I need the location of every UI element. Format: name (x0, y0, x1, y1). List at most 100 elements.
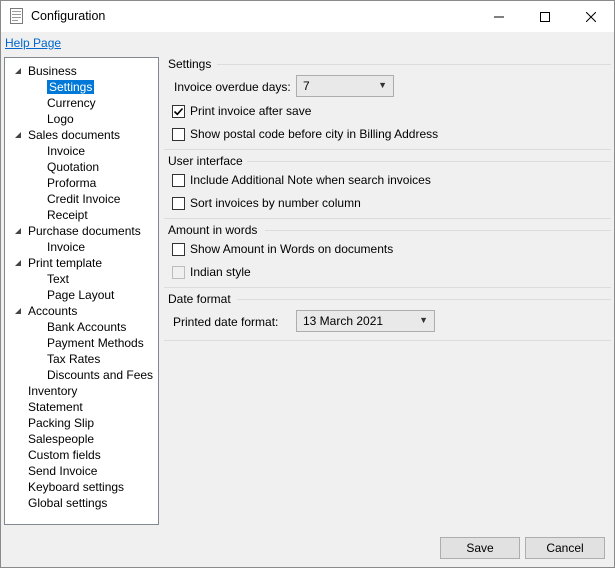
expanded-arrow-icon[interactable] (14, 131, 22, 139)
tree-item-label: Invoice (47, 240, 86, 254)
additional-note-checkbox[interactable] (172, 174, 185, 187)
help-page-link[interactable]: Help Page (5, 36, 61, 50)
ui-group-line (247, 161, 611, 162)
settings-group-bottom (164, 149, 611, 150)
tree-group[interactable]: Print template (15, 255, 102, 271)
tree-group[interactable]: Salespeople (28, 431, 94, 447)
chevron-down-icon: ▼ (378, 80, 387, 90)
expanded-arrow-icon[interactable] (14, 227, 22, 235)
minimize-button[interactable] (476, 1, 522, 32)
tree-item-label: Invoice (47, 144, 86, 158)
tree-item[interactable]: Proforma (47, 175, 96, 191)
tree-group[interactable]: Inventory (28, 383, 77, 399)
tree-item-label: Tax Rates (47, 352, 101, 366)
print-after-save-label[interactable]: Print invoice after save (190, 104, 311, 118)
tree-item-label: Inventory (28, 384, 78, 398)
tree-item[interactable]: Discounts and Fees (47, 367, 153, 383)
print-after-save-checkbox[interactable] (172, 105, 185, 118)
date-group-line (237, 299, 611, 300)
tree-item[interactable]: Invoice (47, 239, 85, 255)
tree-item[interactable]: Text (47, 271, 69, 287)
settings-group-line (217, 64, 611, 65)
chevron-down-icon: ▼ (419, 315, 428, 325)
date-group-bottom (164, 340, 611, 341)
tree-item[interactable]: Tax Rates (47, 351, 100, 367)
overdue-days-value: 7 (303, 79, 310, 93)
indian-style-checkbox (172, 266, 185, 279)
tree-group[interactable]: Purchase documents (15, 223, 141, 239)
postal-before-city-label[interactable]: Show postal code before city in Billing … (190, 127, 438, 141)
settings-tree[interactable]: Business Settings Currency Logo Sales docume… (4, 57, 159, 525)
cancel-button[interactable]: Cancel (525, 537, 605, 559)
tree-item-label: Discounts and Fees (47, 368, 154, 382)
tree-item[interactable]: Logo (47, 111, 74, 127)
expanded-arrow-icon[interactable] (14, 67, 22, 75)
tree-item-label: Credit Invoice (47, 192, 121, 206)
ui-group-title: User interface (168, 154, 243, 168)
tree-group[interactable]: Keyboard settings (28, 479, 124, 495)
tree-item-label: Keyboard settings (28, 480, 125, 494)
tree-group[interactable]: Statement (28, 399, 83, 415)
tree-item-label: Proforma (47, 176, 97, 190)
tree-item-label: Salespeople (28, 432, 95, 446)
overdue-days-combo[interactable]: 7 ▼ (296, 75, 394, 97)
configuration-window: Configuration Help Page Business Settings… (0, 0, 615, 568)
date-group-title: Date format (168, 292, 231, 306)
show-words-label[interactable]: Show Amount in Words on documents (190, 242, 393, 256)
tree-group[interactable]: Send Invoice (28, 463, 97, 479)
tree-item-label: Page Layout (47, 288, 115, 302)
sort-by-number-label[interactable]: Sort invoices by number column (190, 196, 361, 210)
save-button[interactable]: Save (440, 537, 520, 559)
window-title: Configuration (31, 9, 106, 23)
expanded-arrow-icon[interactable] (14, 259, 22, 267)
tree-item[interactable]: Credit Invoice (47, 191, 120, 207)
tree-item-label: Settings (47, 80, 95, 94)
printed-date-label: Printed date format: (173, 315, 279, 329)
tree-item-label: Packing Slip (28, 416, 95, 430)
tree-group[interactable]: Accounts (15, 303, 78, 319)
tree-item[interactable]: Quotation (47, 159, 99, 175)
tree-item-label: Accounts (28, 304, 78, 318)
tree-item-label: Quotation (47, 160, 100, 174)
tree-group[interactable]: Custom fields (28, 447, 101, 463)
maximize-icon (540, 11, 550, 22)
document-icon (10, 8, 23, 24)
menu-strip (1, 32, 614, 54)
additional-note-label[interactable]: Include Additional Note when search invo… (190, 173, 431, 187)
tree-group[interactable]: Packing Slip (28, 415, 94, 431)
minimize-icon (494, 16, 504, 17)
overdue-days-label: Invoice overdue days: (174, 80, 291, 94)
tree-item-label: Custom fields (28, 448, 101, 462)
postal-before-city-checkbox[interactable] (172, 128, 185, 141)
tree-item[interactable]: Currency (47, 95, 96, 111)
tree-item-label: Text (47, 272, 70, 286)
tree-group[interactable]: Global settings (28, 495, 107, 511)
close-button[interactable] (568, 1, 614, 32)
tree-item-label: Business (28, 64, 77, 78)
tree-item-label: Sales documents (28, 128, 121, 142)
tree-item[interactable]: Settings (47, 79, 95, 95)
show-words-checkbox[interactable] (172, 243, 185, 256)
printed-date-value: 13 March 2021 (303, 314, 384, 328)
tree-group[interactable]: Sales documents (15, 127, 121, 143)
tree-item[interactable]: Page Layout (47, 287, 114, 303)
tree-item[interactable]: Receipt (47, 207, 88, 223)
tree-item[interactable]: Bank Accounts (47, 319, 126, 335)
tree-item[interactable]: Payment Methods (47, 335, 144, 351)
words-group-line (265, 230, 611, 231)
tree-item-label: Global settings (28, 496, 108, 510)
expanded-arrow-icon[interactable] (14, 307, 22, 315)
words-group-title: Amount in words (168, 223, 258, 237)
tree-item[interactable]: Invoice (47, 143, 85, 159)
maximize-button[interactable] (522, 1, 568, 32)
printed-date-combo[interactable]: 13 March 2021 ▼ (296, 310, 435, 332)
indian-style-label: Indian style (190, 265, 251, 279)
sort-by-number-checkbox[interactable] (172, 197, 185, 210)
tree-item-label: Bank Accounts (47, 320, 127, 334)
tree-item-label: Currency (47, 96, 96, 110)
tree-item-label: Receipt (47, 208, 88, 222)
ui-group-bottom (164, 218, 611, 219)
checkmark-icon (173, 107, 184, 116)
tree-group[interactable]: Business (15, 63, 77, 79)
tree-item-label: Statement (28, 400, 83, 414)
